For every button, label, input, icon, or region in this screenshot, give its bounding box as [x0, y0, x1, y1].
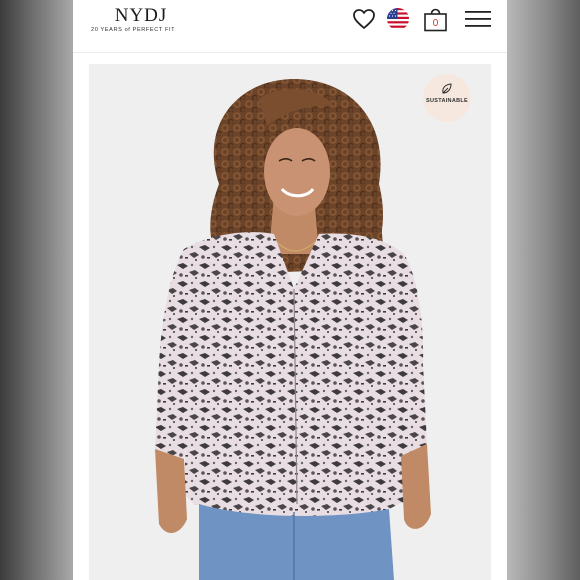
brand-tagline: 20 YEARS of PERFECT FIT [91, 27, 176, 33]
heart-icon[interactable] [352, 8, 376, 30]
brand-name: NYDJ [114, 5, 168, 26]
sustainable-badge: SUSTAINABLE [423, 74, 471, 122]
site-header: NYDJ 20 YEARS of PERFECT FIT 0 [73, 0, 507, 53]
product-image-container[interactable]: SUSTAINABLE [89, 64, 491, 580]
mobile-page: NYDJ 20 YEARS of PERFECT FIT 0 SUSTAINAB… [73, 0, 507, 580]
badge-label: SUSTAINABLE [425, 98, 468, 104]
brand-logo[interactable]: NYDJ 20 YEARS of PERFECT FIT [91, 5, 201, 35]
cart-count: 0 [433, 18, 439, 29]
blurred-background-right [507, 0, 580, 580]
shopping-bag-icon[interactable]: 0 [423, 8, 448, 32]
us-flag-icon[interactable] [387, 8, 409, 30]
hamburger-menu-icon[interactable] [465, 10, 491, 28]
blurred-background-left [0, 0, 73, 580]
leaf-icon [442, 83, 452, 94]
product-photo [155, 79, 431, 580]
